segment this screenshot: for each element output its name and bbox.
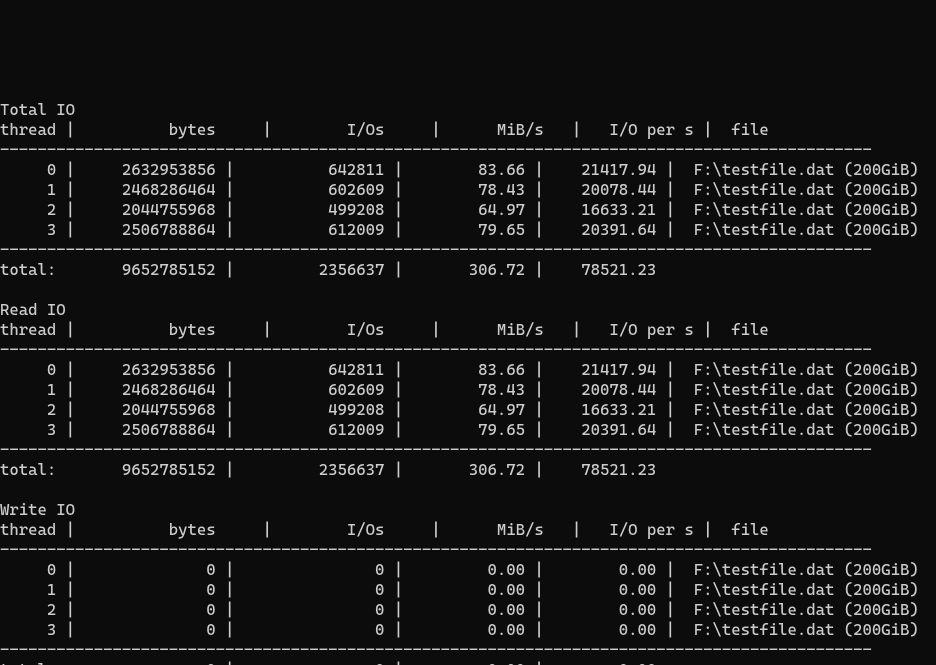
table-row: 1 | 2468286464 | 602609 | 78.43 | 20078.… [0,180,936,200]
table-row: 1 | 0 | 0 | 0.00 | 0.00 | F:\testfile.da… [0,580,936,600]
table-row: 0 | 2632953856 | 642811 | 83.66 | 21417.… [0,360,936,380]
table-row: 1 | 2468286464 | 602609 | 78.43 | 20078.… [0,380,936,400]
table-row: 3 | 2506788864 | 612009 | 79.65 | 20391.… [0,420,936,440]
total-row: total: 9652785152 | 2356637 | 306.72 | 7… [0,260,936,280]
table-header: thread | bytes | I/Os | MiB/s | I/O per … [0,120,936,140]
table-row: 0 | 0 | 0 | 0.00 | 0.00 | F:\testfile.da… [0,560,936,580]
total-row: total: 0 | 0 | 0.00 | 0.00 [0,660,936,665]
section-title: Total IO [0,100,936,120]
separator-line: ----------------------------------------… [0,140,936,160]
separator-line: ----------------------------------------… [0,340,936,360]
table-header: thread | bytes | I/Os | MiB/s | I/O per … [0,520,936,540]
separator-line: ----------------------------------------… [0,540,936,560]
total-row: total: 9652785152 | 2356637 | 306.72 | 7… [0,460,936,480]
table-header: thread | bytes | I/Os | MiB/s | I/O per … [0,320,936,340]
section-title: Write IO [0,500,936,520]
section-title: Read IO [0,300,936,320]
table-row: 3 | 0 | 0 | 0.00 | 0.00 | F:\testfile.da… [0,620,936,640]
table-row: 3 | 2506788864 | 612009 | 79.65 | 20391.… [0,220,936,240]
table-row: 2 | 2044755968 | 499208 | 64.97 | 16633.… [0,400,936,420]
separator-line: ----------------------------------------… [0,440,936,460]
table-row: 2 | 2044755968 | 499208 | 64.97 | 16633.… [0,200,936,220]
separator-line: ----------------------------------------… [0,240,936,260]
terminal-output: Total IOthread | bytes | I/Os | MiB/s | … [0,100,936,665]
table-row: 2 | 0 | 0 | 0.00 | 0.00 | F:\testfile.da… [0,600,936,620]
blank-line [0,280,936,300]
blank-line [0,480,936,500]
table-row: 0 | 2632953856 | 642811 | 83.66 | 21417.… [0,160,936,180]
separator-line: ----------------------------------------… [0,640,936,660]
